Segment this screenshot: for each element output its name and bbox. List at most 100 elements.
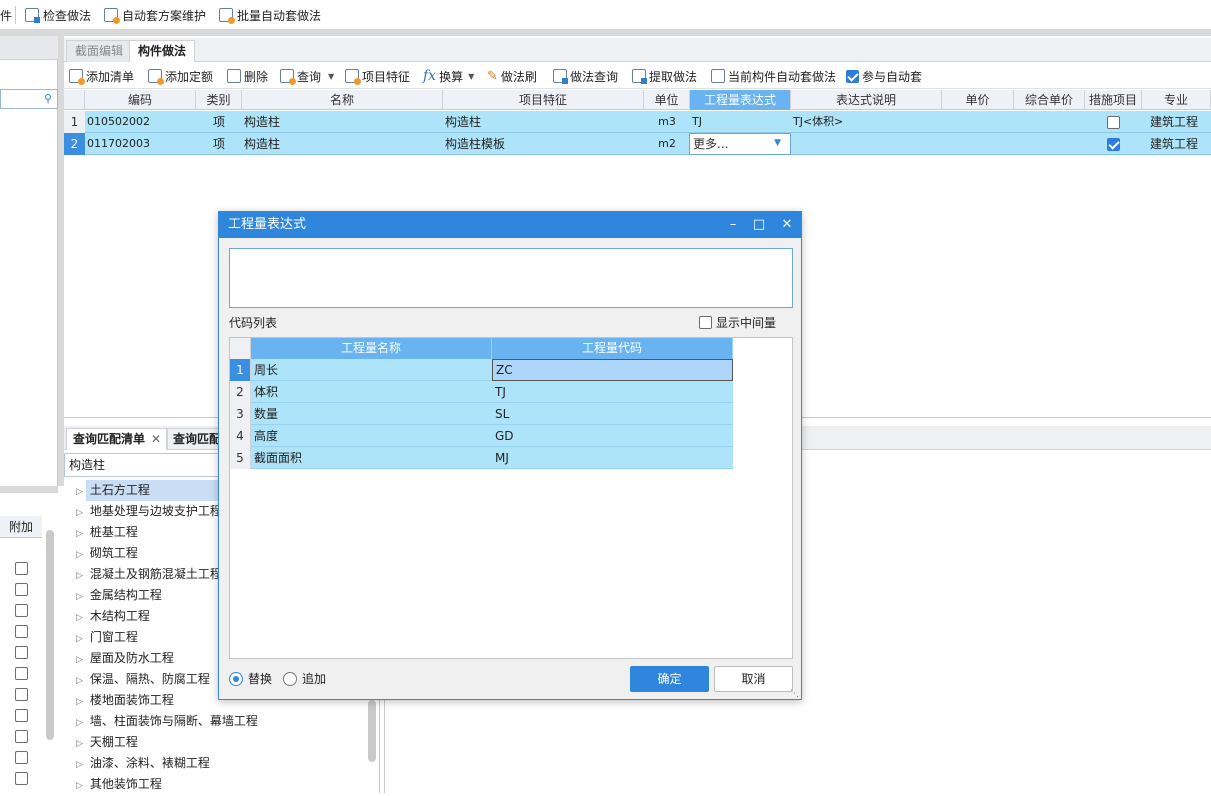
tree-item[interactable]: ▷ 油漆、涂料、裱糊工程: [76, 753, 210, 773]
name-cell[interactable]: 构造柱: [244, 111, 280, 133]
tree-item[interactable]: ▷ 砌筑工程: [76, 543, 138, 563]
name-cell[interactable]: 构造柱: [244, 133, 280, 155]
show-intermediate-checkbox[interactable]: 显示中间量: [699, 314, 776, 331]
tree-item[interactable]: ▷ 地基处理与边坡支护工程: [76, 501, 222, 521]
expr-dropdown[interactable]: 更多... ▼: [689, 133, 791, 155]
qty-code-cell[interactable]: TJ: [495, 381, 506, 403]
col-total-price-header[interactable]: 综合单价: [1014, 90, 1085, 110]
scrollbar[interactable]: [368, 700, 376, 762]
method-brush-button[interactable]: ✎ 做法刷: [487, 67, 537, 85]
tree-item[interactable]: ▷ 墙、柱面装饰与隔断、幕墙工程: [76, 711, 258, 731]
match-search-input[interactable]: 构造柱: [64, 453, 224, 477]
addon-checkbox[interactable]: [15, 730, 28, 743]
tree-item[interactable]: ▷ 混凝土及钢筋混凝土工程: [76, 564, 222, 584]
close-icon[interactable]: ✕: [775, 212, 799, 238]
desc-cell[interactable]: TJ<体积>: [793, 111, 843, 133]
dialog-title-bar[interactable]: 工程量表达式 – □ ✕: [219, 212, 801, 238]
expr-cell[interactable]: TJ: [692, 111, 702, 133]
addon-checkbox[interactable]: [15, 751, 28, 764]
type-cell[interactable]: 项: [196, 111, 242, 133]
batch-apply-button[interactable]: 批量自动套做法: [219, 5, 321, 25]
addon-checkbox[interactable]: [15, 625, 28, 638]
col-desc-header[interactable]: 表达式说明: [791, 90, 942, 110]
tab-section-edit[interactable]: 截面编辑: [66, 40, 133, 62]
tree-item[interactable]: ▷ 木结构工程: [76, 606, 150, 626]
left-search-input[interactable]: ⚲: [0, 89, 58, 109]
tab-match-list[interactable]: 查询匹配清单 ✕: [66, 428, 169, 450]
table-row[interactable]: 1 010502002 项 构造柱 构造柱 m3 TJ TJ<体积> 建筑工程: [64, 111, 1211, 133]
close-icon[interactable]: ✕: [151, 429, 161, 450]
maximize-icon[interactable]: □: [747, 212, 771, 238]
col-code-header[interactable]: 编码: [85, 90, 196, 110]
qty-name-cell[interactable]: 高度: [254, 425, 278, 447]
minimize-icon[interactable]: –: [721, 212, 745, 238]
extract-method-button[interactable]: 提取做法: [632, 67, 697, 85]
cancel-button[interactable]: 取消: [714, 666, 793, 692]
ok-button[interactable]: 确定: [630, 666, 709, 692]
list-item[interactable]: 5 截面面积 MJ: [230, 447, 733, 469]
qty-code-cell-selected[interactable]: ZC: [492, 359, 733, 381]
col-measure-header[interactable]: 措施项目: [1085, 90, 1142, 110]
tab-component-method[interactable]: 构件做法: [129, 40, 196, 62]
code-cell[interactable]: 010502002: [87, 111, 150, 133]
col-type-header[interactable]: 类别: [196, 90, 242, 110]
addon-checkbox[interactable]: [15, 772, 28, 785]
add-list-button[interactable]: 添加清单: [69, 67, 134, 85]
query-button[interactable]: 查询 ▼: [280, 67, 334, 85]
qty-code-cell[interactable]: MJ: [495, 447, 509, 469]
tree-item[interactable]: ▷ 保温、隔热、防腐工程: [76, 669, 210, 689]
measure-cell[interactable]: [1085, 111, 1142, 133]
method-query-button[interactable]: 做法查询: [553, 67, 618, 85]
resize-grip-icon[interactable]: ⋱: [790, 689, 799, 699]
list-item[interactable]: 4 高度 GD: [230, 425, 733, 447]
feature-cell[interactable]: 构造柱: [445, 111, 481, 133]
tree-item[interactable]: ▷ 土石方工程: [76, 480, 150, 500]
major-cell[interactable]: 建筑工程: [1150, 133, 1198, 155]
addon-checkbox[interactable]: [15, 646, 28, 659]
col-expr-header[interactable]: 工程量表达式: [690, 90, 791, 110]
col-feature-header[interactable]: 项目特征: [443, 90, 644, 110]
tree-item[interactable]: ▷ 门窗工程: [76, 627, 138, 647]
type-cell[interactable]: 项: [196, 133, 242, 155]
major-cell[interactable]: 建筑工程: [1150, 111, 1198, 133]
participate-auto-checkbox[interactable]: 参与自动套: [846, 67, 922, 85]
col-unit-header[interactable]: 单位: [644, 90, 690, 110]
append-radio[interactable]: 追加: [283, 670, 326, 687]
feature-button[interactable]: 项目特征: [345, 67, 410, 85]
list-item[interactable]: 2 体积 TJ: [230, 381, 733, 403]
col-major-header[interactable]: 专业: [1142, 90, 1211, 110]
qty-name-cell[interactable]: 周长: [254, 359, 278, 381]
unit-cell[interactable]: m2: [644, 133, 690, 155]
addon-checkbox[interactable]: [15, 667, 28, 680]
auto-apply-current-button[interactable]: 当前构件自动套做法: [711, 67, 836, 85]
delete-button[interactable]: 删除: [227, 67, 268, 85]
qty-code-cell[interactable]: GD: [495, 425, 514, 447]
tree-item[interactable]: ▷ 天棚工程: [76, 732, 138, 752]
feature-cell[interactable]: 构造柱模板: [445, 133, 505, 155]
col-qty-code-header[interactable]: 工程量代码: [492, 338, 733, 359]
measure-checkbox[interactable]: [1107, 116, 1120, 129]
partial-menu-label[interactable]: 件: [0, 5, 12, 25]
addon-checkbox[interactable]: [15, 562, 28, 575]
code-cell[interactable]: 011702003: [87, 133, 150, 155]
convert-button[interactable]: fx 换算 ▼: [423, 67, 474, 85]
tree-item[interactable]: ▷ 金属结构工程: [76, 585, 162, 605]
addon-checkbox[interactable]: [15, 709, 28, 722]
list-item[interactable]: 3 数量 SL: [230, 403, 733, 425]
qty-name-cell[interactable]: 体积: [254, 381, 278, 403]
addon-checkbox[interactable]: [15, 688, 28, 701]
tree-item[interactable]: ▷ 其他装饰工程: [76, 774, 162, 794]
add-quota-button[interactable]: 添加定额: [148, 67, 213, 85]
check-method-button[interactable]: 检查做法: [25, 5, 91, 25]
qty-name-cell[interactable]: 截面面积: [254, 447, 302, 469]
measure-cell[interactable]: [1085, 133, 1142, 155]
col-qty-name-header[interactable]: 工程量名称: [251, 338, 492, 359]
tree-item[interactable]: ▷ 屋面及防水工程: [76, 648, 174, 668]
scheme-maintain-button[interactable]: 自动套方案维护: [104, 5, 206, 25]
col-price-header[interactable]: 单价: [942, 90, 1014, 110]
scrollbar[interactable]: [46, 530, 54, 740]
replace-radio[interactable]: 替换: [229, 670, 272, 687]
unit-cell[interactable]: m3: [644, 111, 690, 133]
col-name-header[interactable]: 名称: [242, 90, 443, 110]
expression-input[interactable]: [229, 248, 793, 308]
